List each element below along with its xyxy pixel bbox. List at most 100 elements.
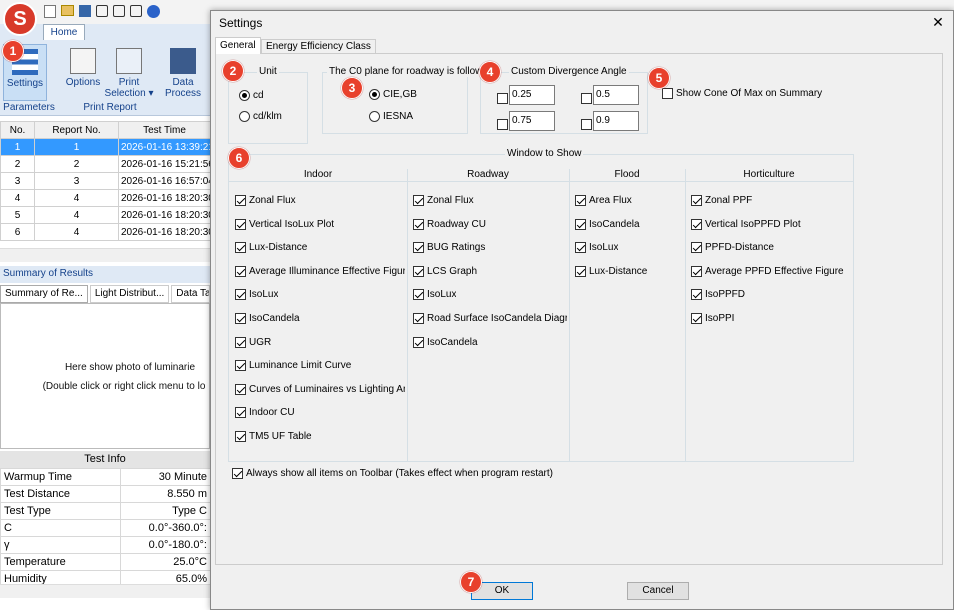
save-icon[interactable] (79, 5, 91, 17)
window-item-checkbox[interactable]: Zonal PPF (691, 195, 752, 206)
window-item-checkbox[interactable]: Zonal Flux (413, 195, 474, 206)
checkbox[interactable] (235, 242, 246, 254)
table-scrollbar[interactable] (0, 248, 210, 262)
checkbox[interactable] (235, 289, 246, 301)
checkbox[interactable] (413, 195, 424, 206)
checkbox[interactable] (235, 407, 246, 419)
divergence-input[interactable]: 0.25 (509, 85, 555, 105)
checkbox[interactable] (691, 313, 702, 324)
checkbox[interactable] (413, 242, 424, 254)
checkbox[interactable] (497, 93, 508, 104)
checkbox[interactable] (235, 265, 246, 277)
window-item-checkbox[interactable]: IsoPPFD (691, 289, 745, 301)
new-file-icon[interactable] (44, 5, 56, 18)
checkbox[interactable] (235, 218, 246, 230)
app-logo-icon[interactable]: S (3, 2, 37, 36)
window-item-checkbox[interactable]: Roadway CU (413, 218, 486, 230)
checkbox[interactable] (235, 383, 246, 395)
checkbox[interactable] (691, 265, 702, 277)
checkbox[interactable] (575, 265, 586, 277)
window-item-checkbox[interactable]: Average Illuminance Effective Figure (235, 265, 405, 277)
checkbox[interactable] (413, 336, 424, 348)
window-item-checkbox[interactable]: IsoLux (413, 289, 456, 301)
table-row[interactable]: 4 4 2026-01-16 18:20:30 (0, 189, 211, 207)
tab-energy-efficiency-class[interactable]: Energy Efficiency Class (261, 39, 376, 54)
checkbox[interactable] (575, 242, 586, 254)
window-item-checkbox[interactable]: IsoLux (235, 289, 278, 301)
checkbox[interactable] (662, 88, 673, 99)
radio-iesna[interactable]: IESNA (369, 111, 413, 122)
tool-icon[interactable] (130, 5, 142, 17)
help-icon[interactable] (147, 5, 160, 18)
window-item-checkbox[interactable]: IsoCandela (413, 336, 478, 348)
radio-button[interactable] (239, 90, 250, 101)
window-item-checkbox[interactable]: PPFD-Distance (691, 242, 774, 254)
tab-data-table[interactable]: Data Tab (171, 285, 210, 303)
checkbox[interactable] (235, 195, 246, 206)
window-item-checkbox[interactable]: Luminance Limit Curve (235, 360, 351, 372)
window-item-checkbox[interactable]: IsoCandela (575, 218, 640, 230)
window-item-checkbox[interactable]: Vertical IsoLux Plot (235, 218, 334, 230)
window-item-checkbox[interactable]: IsoPPI (691, 313, 734, 324)
tab-light-distribution[interactable]: Light Distribut... (89, 285, 170, 303)
checkbox[interactable] (575, 195, 586, 206)
window-item-checkbox[interactable]: Zonal Flux (235, 195, 296, 206)
window-item-checkbox[interactable]: Indoor CU (235, 407, 295, 419)
checkbox[interactable] (691, 218, 702, 230)
checkbox[interactable] (235, 313, 246, 324)
checkbox[interactable] (497, 119, 508, 130)
window-item-checkbox[interactable]: IsoLux (575, 242, 618, 254)
checkbox[interactable] (235, 431, 246, 442)
radio-cd-klm[interactable]: cd/klm (239, 111, 282, 122)
radio-button[interactable] (369, 89, 380, 100)
table-row[interactable]: 3 3 2026-01-16 16:57:04 (0, 172, 211, 190)
luminaire-photo-area[interactable]: Here show photo of luminarie (Double cli… (0, 303, 210, 449)
window-item-checkbox[interactable]: Lux-Distance (575, 265, 647, 277)
radio-cie-gb[interactable]: CIE,GB (369, 89, 417, 100)
column-header[interactable]: No. (0, 121, 35, 139)
window-item-checkbox[interactable]: Area Flux (575, 195, 632, 206)
window-item-checkbox[interactable]: LCS Graph (413, 265, 477, 277)
window-item-checkbox[interactable]: Curves of Luminaires vs Lighting Area (235, 383, 405, 395)
tool-icon[interactable] (96, 5, 108, 17)
close-icon[interactable]: ✕ (929, 14, 947, 31)
window-item-checkbox[interactable]: Average PPFD Effective Figure (691, 265, 844, 277)
table-row[interactable]: 5 4 2026-01-16 18:20:30 (0, 206, 211, 224)
checkbox[interactable] (232, 468, 243, 479)
bottom-scrollbar[interactable] (0, 584, 210, 598)
always-show-checkbox[interactable]: Always show all items on Toolbar (Takes … (232, 468, 553, 479)
checkbox[interactable] (413, 265, 424, 277)
divergence-input[interactable]: 0.75 (509, 111, 555, 131)
checkbox[interactable] (413, 289, 424, 301)
options-button[interactable]: Options (60, 44, 106, 101)
checkbox[interactable] (235, 336, 246, 348)
radio-button[interactable] (369, 111, 380, 122)
checkbox[interactable] (691, 242, 702, 254)
checkbox[interactable] (581, 119, 592, 130)
table-row[interactable]: 2 2 2026-01-16 15:21:56 (0, 155, 211, 173)
print-selection-button[interactable]: Print Selection ▾ (104, 44, 154, 101)
tool-icon[interactable] (113, 5, 125, 17)
window-item-checkbox[interactable]: BUG Ratings (413, 242, 485, 254)
checkbox[interactable] (413, 313, 424, 324)
tab-general[interactable]: General (215, 37, 261, 54)
tab-home[interactable]: Home (43, 24, 85, 40)
open-folder-icon[interactable] (61, 5, 74, 16)
divergence-input[interactable]: 0.5 (593, 85, 639, 105)
data-process-button[interactable]: Data Process (162, 44, 204, 101)
radio-button[interactable] (239, 111, 250, 122)
column-header[interactable]: Test Time (118, 121, 211, 139)
checkbox[interactable] (691, 289, 702, 301)
checkbox[interactable] (413, 218, 424, 230)
column-header[interactable]: Report No. (34, 121, 119, 139)
window-item-checkbox[interactable]: Road Surface IsoCandela Diagra (413, 313, 567, 324)
table-row[interactable]: 6 4 2026-01-16 18:20:30 (0, 223, 211, 241)
checkbox[interactable] (575, 218, 586, 230)
radio-cd[interactable]: cd (239, 90, 264, 101)
window-item-checkbox[interactable]: UGR (235, 336, 271, 348)
window-item-checkbox[interactable]: IsoCandela (235, 313, 300, 324)
checkbox[interactable] (691, 195, 702, 206)
checkbox[interactable] (581, 93, 592, 104)
cancel-button[interactable]: Cancel (627, 582, 689, 600)
window-item-checkbox[interactable]: Vertical IsoPPFD Plot (691, 218, 801, 230)
